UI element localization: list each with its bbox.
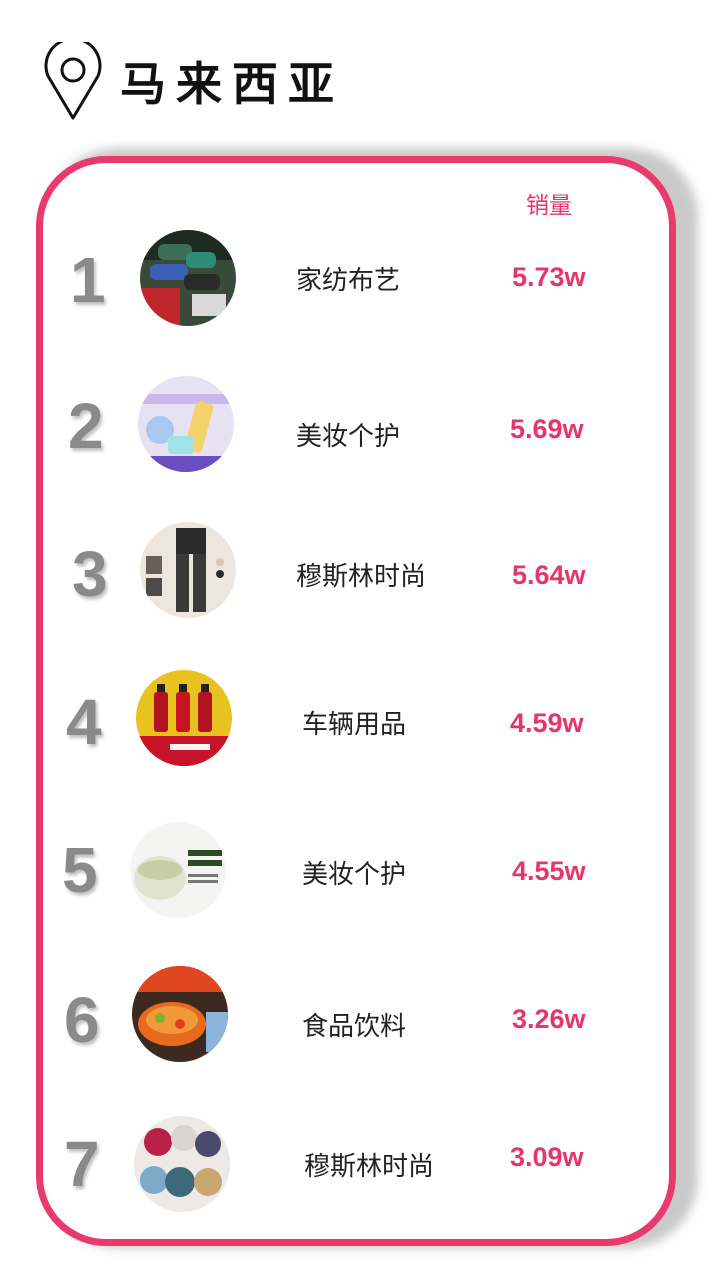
rank-number: 1 bbox=[70, 244, 106, 316]
sales-value: 5.64w bbox=[512, 560, 586, 590]
rank-number: 2 bbox=[68, 390, 104, 462]
home-textile-product-image[interactable] bbox=[140, 230, 236, 326]
sales-value: 5.69w bbox=[510, 414, 584, 444]
category-label: 穆斯林时尚 bbox=[304, 1152, 435, 1182]
rank-number: 7 bbox=[64, 1128, 100, 1200]
ranking-row[interactable]: 5 美妆个护 4.55w bbox=[0, 820, 720, 930]
muslim-fashion-product-image[interactable] bbox=[140, 522, 236, 618]
rank-number: 3 bbox=[72, 538, 108, 610]
sales-value: 3.26w bbox=[512, 1004, 586, 1034]
sales-value: 3.09w bbox=[510, 1142, 584, 1172]
region-title: 马来西亚 bbox=[120, 57, 344, 111]
category-label: 车辆用品 bbox=[302, 710, 407, 740]
sales-value: 4.59w bbox=[510, 708, 584, 738]
category-label: 美妆个护 bbox=[302, 860, 407, 890]
ranking-row[interactable]: 2 美妆个护 5.69w bbox=[0, 374, 720, 484]
ranking-row[interactable]: 6 食品饮料 3.26w bbox=[0, 966, 720, 1076]
rank-number: 4 bbox=[66, 686, 102, 758]
food-product-image[interactable] bbox=[132, 966, 228, 1062]
sales-value: 5.73w bbox=[512, 262, 586, 292]
hijab-fashion-product-image[interactable] bbox=[134, 1116, 230, 1212]
ranking-row[interactable]: 1 家纺布艺 5.73w bbox=[0, 226, 720, 336]
location-pin-icon bbox=[44, 42, 102, 120]
rank-number: 5 bbox=[62, 834, 98, 906]
clay-mask-product-image[interactable] bbox=[130, 822, 226, 918]
category-label: 美妆个护 bbox=[296, 422, 401, 452]
ranking-row[interactable]: 4 车辆用品 4.59w bbox=[0, 670, 720, 780]
page-header: 马来西亚 bbox=[0, 0, 720, 140]
category-label: 食品饮料 bbox=[302, 1012, 407, 1042]
rank-number: 6 bbox=[64, 984, 100, 1056]
car-perfume-product-image[interactable] bbox=[136, 670, 232, 766]
category-label: 家纺布艺 bbox=[296, 266, 401, 296]
ranking-row[interactable]: 3 穆斯林时尚 5.64w bbox=[0, 520, 720, 630]
sales-value: 4.55w bbox=[512, 856, 586, 886]
whitening-teeth-product-image[interactable] bbox=[138, 376, 234, 472]
sales-column-header: 销量 bbox=[526, 193, 572, 219]
ranking-row[interactable]: 7 穆斯林时尚 3.09w bbox=[0, 1114, 720, 1224]
category-label: 穆斯林时尚 bbox=[296, 562, 427, 592]
